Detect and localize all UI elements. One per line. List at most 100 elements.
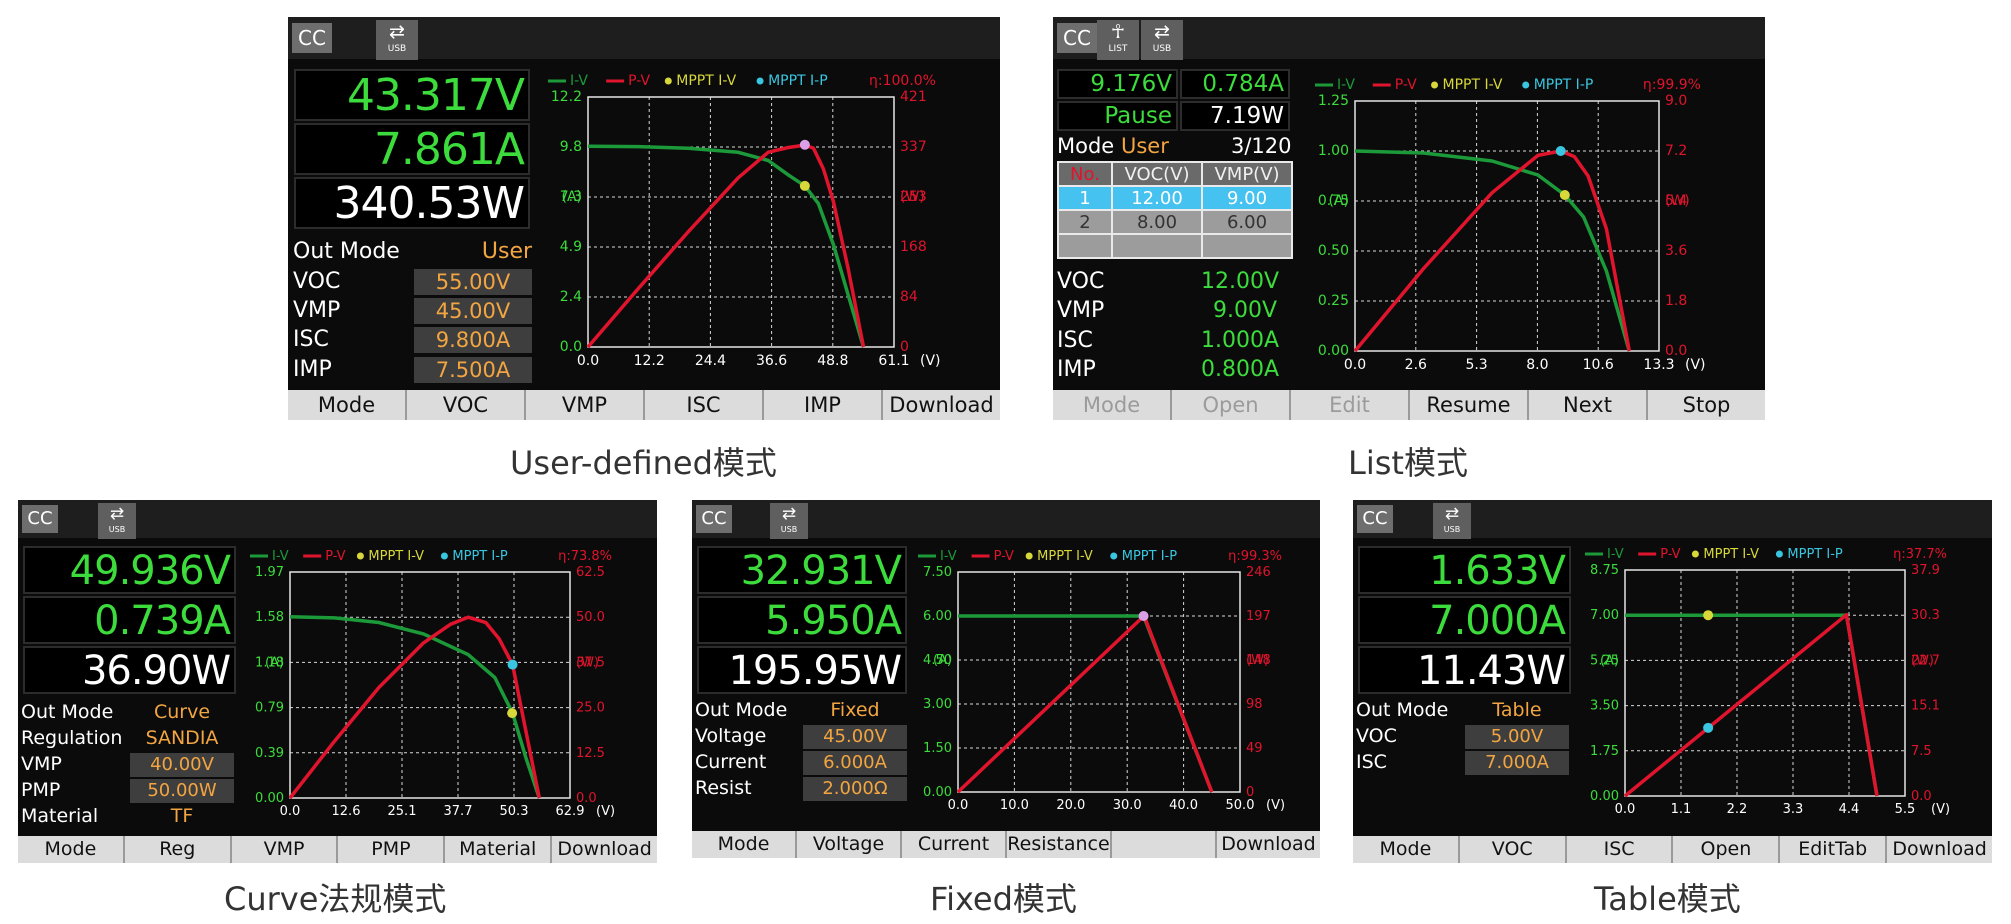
- softkey-voc[interactable]: VOC: [1459, 836, 1567, 863]
- softkey-edit[interactable]: Edit: [1291, 390, 1410, 420]
- x-tick-label: 50.0: [1226, 798, 1255, 813]
- y-right-tick-label: 421: [900, 89, 927, 105]
- softkey-isc[interactable]: ISC: [645, 390, 764, 420]
- softkey-mode[interactable]: Mode: [1053, 390, 1172, 420]
- softkey-mode[interactable]: Mode: [692, 831, 797, 858]
- y-right-unit-label: (W): [1911, 653, 1934, 668]
- y-left-tick-label: 12.2: [551, 89, 582, 105]
- legend-mppt-ip-swatch: [440, 552, 448, 560]
- efficiency-label: η:99.9%: [1643, 77, 1701, 93]
- caption-user-defined: User-defined模式: [510, 444, 777, 482]
- y-right-tick-label: 7.5: [1911, 744, 1932, 759]
- y-left-tick-label: 0.00: [923, 785, 952, 800]
- y-left-tick-label: 2.4: [560, 289, 582, 305]
- softkey-vmp[interactable]: VMP: [231, 836, 339, 863]
- softkey-bar: Mode Reg VMP PMP Material Download: [18, 836, 657, 863]
- legend-mppt-iv-swatch: [664, 77, 672, 85]
- softkey-imp[interactable]: IMP: [764, 390, 883, 420]
- efficiency-label: η:37.7%: [1893, 547, 1947, 562]
- x-tick-label: 12.6: [332, 804, 361, 819]
- y-left-tick-label: 8.75: [1590, 563, 1619, 578]
- legend-mppt-iv-label: MPPT I-V: [676, 73, 736, 89]
- y-left-tick-label: 7.50: [923, 565, 952, 580]
- iv-pv-chart: 0.0 10.0 20.0 30.0 40.0 50.00.001.503.004.506…: [918, 549, 1285, 813]
- y-right-unit-label: (W): [576, 655, 599, 670]
- softkey-open[interactable]: Open: [1673, 836, 1781, 863]
- softkey-pmp[interactable]: PMP: [338, 836, 446, 863]
- x-tick-label: 0.0: [1615, 802, 1636, 817]
- softkey-download[interactable]: Download: [1217, 831, 1320, 858]
- iv-pv-chart: 0.0 1.1 2.2 3.3 4.4 5.50.001.753.505.257.008.…: [1585, 547, 1950, 817]
- x-tick-label: 13.3: [1643, 357, 1674, 373]
- softkey-voc[interactable]: VOC: [407, 390, 526, 420]
- y-right-tick-label: 50.0: [576, 610, 605, 625]
- softkey-reg[interactable]: Reg: [124, 836, 232, 863]
- x-tick-label: 12.2: [634, 353, 665, 369]
- softkey-download[interactable]: Download: [1887, 836, 1992, 863]
- x-tick-label: 10.6: [1583, 357, 1614, 373]
- softkey-material[interactable]: Material: [445, 836, 553, 863]
- efficiency-label: η:73.8%: [558, 549, 612, 564]
- y-right-tick-label: 197: [1246, 609, 1271, 624]
- legend-mppt-iv-swatch: [1431, 81, 1439, 89]
- panel-table: CC ⇄ USB 1.633V 7.000A 11.43W Out Mode Ta…: [1353, 500, 1992, 863]
- legend-mppt-ip-label: MPPT I-P: [452, 549, 507, 564]
- x-unit-label: (V): [596, 804, 615, 819]
- y-right-tick-label: 7.2: [1665, 143, 1687, 159]
- softkey-next[interactable]: Next: [1529, 390, 1648, 420]
- caption-table: Table模式: [1594, 880, 1741, 918]
- softkey-stop[interactable]: Stop: [1648, 390, 1765, 420]
- y-left-tick-label: 0.39: [255, 746, 284, 761]
- x-tick-label: 61.1: [878, 353, 909, 369]
- legend-mppt-iv-swatch: [1025, 552, 1033, 560]
- softkey-mode[interactable]: Mode: [1353, 836, 1460, 863]
- legend-pv-label: P-V: [1395, 77, 1417, 93]
- legend-mppt-iv-label: MPPT I-V: [1703, 547, 1759, 562]
- softkey-blank: [1112, 831, 1217, 858]
- x-tick-label: 48.8: [817, 353, 848, 369]
- softkey-isc[interactable]: ISC: [1566, 836, 1674, 863]
- x-tick-label: 2.2: [1727, 802, 1748, 817]
- softkey-current[interactable]: Current: [902, 831, 1007, 858]
- softkey-edittab[interactable]: EditTab: [1780, 836, 1888, 863]
- softkey-download[interactable]: Download: [883, 390, 1000, 420]
- legend-pv-label: P-V: [1660, 547, 1680, 562]
- y-left-tick-label: 0.00: [1590, 789, 1619, 804]
- y-right-tick-label: 0: [1246, 785, 1254, 800]
- legend-mppt-ip-swatch: [1110, 552, 1118, 560]
- iv-pv-chart: 0.0 12.6 25.1 37.7 50.3 62.90.000.390.791.181…: [250, 549, 615, 819]
- y-left-tick-label: 0.00: [255, 791, 284, 806]
- y-left-tick-label: 1.58: [255, 610, 284, 625]
- softkey-download[interactable]: Download: [552, 836, 657, 863]
- y-left-tick-label: 3.50: [1590, 699, 1619, 714]
- softkey-voltage[interactable]: Voltage: [797, 831, 902, 858]
- y-left-tick-label: 1.00: [1318, 143, 1349, 159]
- y-right-tick-label: 0.0: [1911, 789, 1932, 804]
- legend-iv-label: I-V: [570, 73, 588, 89]
- efficiency-label: η:99.3%: [1228, 549, 1282, 564]
- y-left-tick-label: 1.75: [1590, 744, 1619, 759]
- softkey-resume[interactable]: Resume: [1410, 390, 1529, 420]
- y-right-tick-label: 30.3: [1911, 608, 1940, 623]
- mppt-ip-marker: [507, 659, 518, 670]
- iv-pv-chart: 0.0 2.6 5.3 8.0 10.6 13.30.000.250.500.751.00…: [1315, 77, 1706, 373]
- legend-iv-label: I-V: [1337, 77, 1355, 93]
- x-tick-label: 0.0: [280, 804, 301, 819]
- legend-mppt-iv-swatch: [1691, 550, 1699, 558]
- y-left-tick-label: 7.00: [1590, 608, 1619, 623]
- softkey-resistance[interactable]: Resistance: [1007, 831, 1112, 858]
- softkey-open[interactable]: Open: [1172, 390, 1291, 420]
- mpp-marker: [1138, 611, 1149, 621]
- caption-curve: Curve法规模式: [224, 880, 447, 918]
- softkey-mode[interactable]: Mode: [18, 836, 125, 863]
- softkey-vmp[interactable]: VMP: [526, 390, 645, 420]
- x-tick-label: 20.0: [1056, 798, 1085, 813]
- y-right-tick-label: 25.0: [576, 701, 605, 716]
- softkey-mode[interactable]: Mode: [288, 390, 407, 420]
- legend-mppt-ip-label: MPPT I-P: [768, 73, 828, 89]
- caption-fixed: Fixed模式: [930, 880, 1077, 918]
- y-left-unit-label: (A): [1328, 193, 1349, 209]
- softkey-bar: Mode VOC VMP ISC IMP Download: [288, 390, 1000, 420]
- y-left-tick-label: 6.00: [923, 609, 952, 624]
- x-tick-label: 30.0: [1113, 798, 1142, 813]
